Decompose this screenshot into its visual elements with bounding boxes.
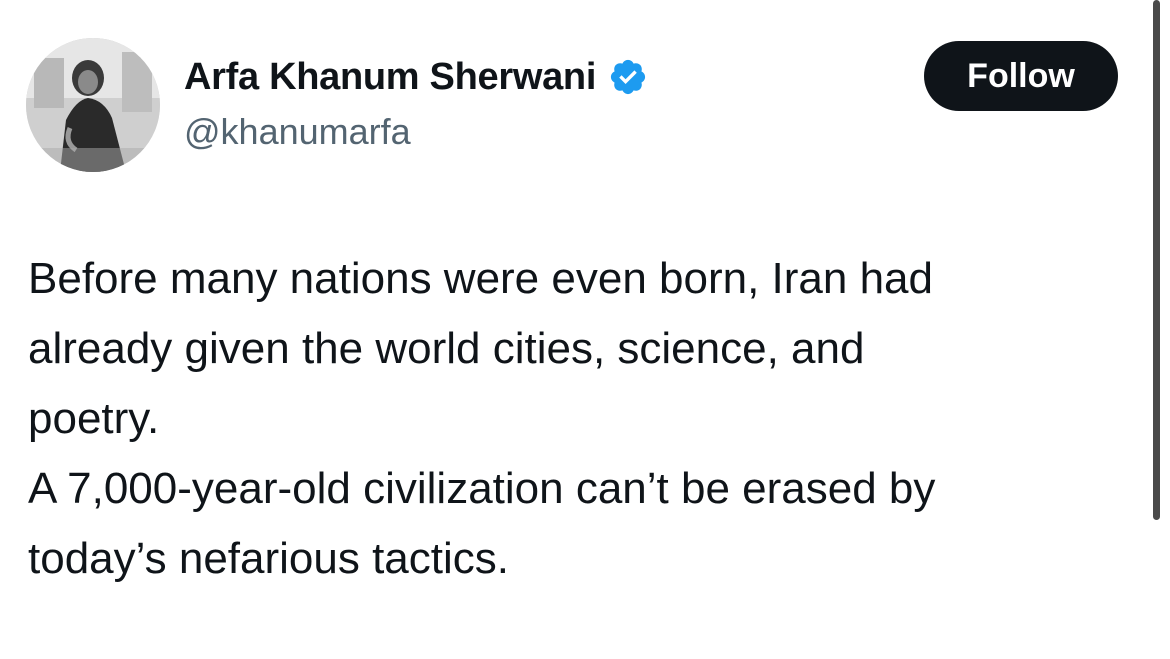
tweet-body-line: already given the world cities, science,… <box>28 324 865 373</box>
follow-button[interactable]: Follow <box>924 41 1118 111</box>
tweet-card: Arfa Khanum Sherwani @khanumarfa Follow … <box>0 0 1170 659</box>
tweet-body-line: today’s nefarious tactics. <box>28 534 509 583</box>
tweet-body-line: A 7,000-year-old civilization can’t be e… <box>28 464 936 513</box>
tweet-body: Before many nations were even born, Iran… <box>28 244 1128 594</box>
verified-badge-icon[interactable] <box>608 57 648 97</box>
scrollbar[interactable] <box>1153 0 1160 520</box>
tweet-body-line: poetry. <box>28 394 160 443</box>
avatar[interactable] <box>26 38 160 172</box>
tweet-body-line: Before many nations were even born, Iran… <box>28 254 933 303</box>
author-display-name[interactable]: Arfa Khanum Sherwani <box>184 52 596 102</box>
author-name-row: Arfa Khanum Sherwani <box>184 52 648 102</box>
author-handle[interactable]: @khanumarfa <box>184 108 411 156</box>
avatar-photo-icon <box>26 38 160 172</box>
